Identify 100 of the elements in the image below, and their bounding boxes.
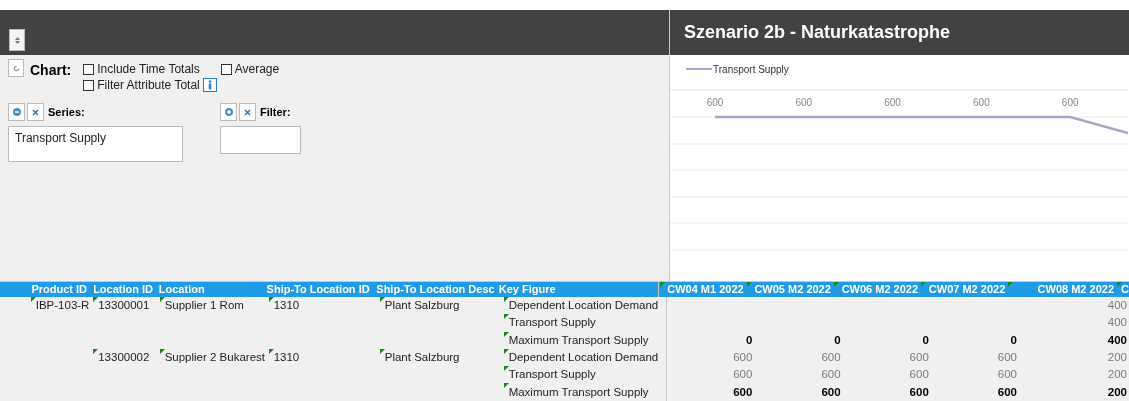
column-header: CW08 M2 2022 [1037,282,1115,298]
column-header: CW04 M1 2022 [667,282,744,298]
refresh-icon [12,64,20,72]
filter-label: Filter: [260,104,291,120]
triangle-icon [503,383,509,389]
triangle-icon [30,297,36,302]
table-cell-text: 600 [997,349,1017,365]
triangle-icon [1117,282,1123,287]
table-cell-text: 200 [1107,367,1127,383]
triangle-icon [503,314,509,320]
checkbox[interactable] [83,79,95,91]
triangle-icon [503,348,509,354]
checkbox-label: Filter Attribute Total [97,77,200,94]
triangle-icon [93,297,99,302]
table-cell-text: Transport Supply [508,367,596,383]
triangle-icon [921,282,927,287]
checkbox-label: Average [234,61,280,78]
checkbox[interactable] [220,63,232,75]
table-cell-text: 13300001 [98,298,150,313]
checkbox-label: Include Time Totals [97,61,200,78]
triangle-icon [746,282,752,287]
triangle-icon [379,348,385,354]
plus-icon [224,108,233,116]
minus-icon [12,108,21,116]
triangle-icon [1008,282,1014,287]
table-cell-text: Maximum Transport Supply [508,384,649,400]
data-label: 600 [1061,97,1079,108]
column-header: Ship-To Location ID [266,282,370,298]
legend-label: Transport Supply [713,64,789,75]
table-cell-text: 600 [909,384,929,400]
table-cell-text: 600 [997,367,1017,383]
triangle-icon [93,348,99,354]
table-cell-text: Maximum Transport Supply [508,332,649,348]
series-list[interactable]: Transport Supply [8,126,183,162]
table-cell-text: 600 [909,349,929,365]
table-cell-text: 600 [821,367,841,383]
table-cell-text: Dependent Location Demand [508,298,659,313]
table-cell-text: 1310 [273,349,300,365]
triangle-icon [159,297,165,302]
chart-label: Chart: [30,61,72,80]
column-header: Key Figure [498,282,556,298]
info-icon[interactable] [202,78,217,92]
table-cell-text: Supplier 2 Bukarest [164,349,265,365]
column-header: CW06 M2 2022 [841,282,919,298]
triangle-icon [379,297,385,302]
collapse-button[interactable] [9,29,25,51]
close-icon [32,108,39,116]
table-cell-text: 0 [922,332,929,348]
column-header: Ship-To Location Desc [376,282,495,298]
triangle-icon [503,366,509,372]
table-cell-text: 400 [1107,332,1127,348]
table-cell-text: 600 [909,367,929,383]
table-cell-text: 400 [1107,298,1127,313]
column-header: C [1121,282,1129,298]
column-header: Location ID [93,282,154,298]
table-cell-text: Dependent Location Demand [508,349,659,365]
table-cell-text: 200 [1107,349,1127,365]
triangle-icon [833,282,839,287]
table-cell-text: Supplier 1 Rom [164,298,244,313]
table-cell-text: Plant Salzburg [384,349,460,365]
triangle-icon [660,282,666,287]
checkbox[interactable] [83,63,95,75]
table-cell-text: 600 [733,349,753,365]
data-label: 600 [973,97,990,108]
triangle-icon [268,348,274,354]
column-header: Product ID [31,282,87,298]
table-cell-text: 1310 [273,298,300,313]
table-cell-text: 13300002 [98,349,150,365]
table-cell-text: 600 [997,384,1017,400]
data-label: 600 [706,97,724,108]
table-cell-text: Plant Salzburg [384,298,460,313]
chart-title: Szenario 2b - Naturkatastrophe [684,21,951,44]
column-header: Location [158,282,205,298]
table-cell-text: 600 [821,349,841,365]
triangle-icon [159,348,165,354]
column-header: CW05 M2 2022 [754,282,831,298]
data-label: 600 [795,97,813,108]
add-button[interactable] [220,103,237,121]
series-item[interactable]: Transport Supply [15,129,176,147]
table-cell-text: 0 [1010,332,1017,348]
table-cell-text: IBP-103-R [35,298,90,313]
triangle-icon [268,297,274,302]
data-label: 600 [884,97,901,108]
remove-button[interactable] [27,103,44,121]
table-cell-text: 200 [1107,384,1127,400]
legend-line [685,68,713,70]
triangle-icon [503,331,509,337]
triangle-icon [503,297,509,302]
table-cell-text: 0 [746,332,753,348]
column-header: CW07 M2 2022 [928,282,1006,298]
table-cell-text: 400 [1107,315,1127,331]
table-cell-text: Transport Supply [508,315,596,331]
close-icon [244,108,251,116]
table-cell-text: 600 [733,367,753,383]
table-cell-text: 600 [733,384,753,400]
refresh-button[interactable] [8,59,24,77]
remove-button[interactable] [239,103,256,121]
table-cell-text: 600 [821,384,841,400]
table-cell-text: 0 [834,332,841,348]
add-button[interactable] [8,103,25,121]
